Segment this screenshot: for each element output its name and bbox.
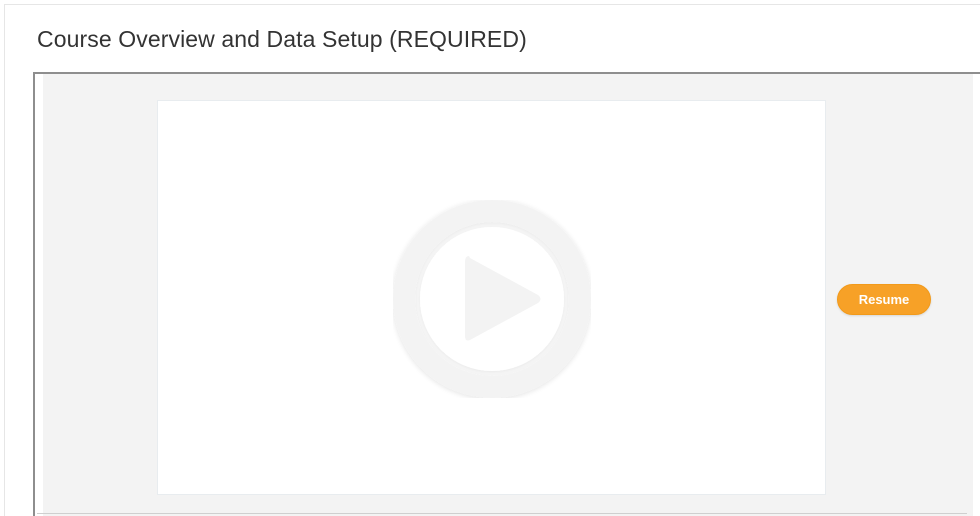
play-circle-icon[interactable] (393, 200, 591, 398)
page-title: Course Overview and Data Setup (REQUIRED… (37, 26, 527, 52)
resume-button[interactable]: Resume (837, 284, 931, 315)
